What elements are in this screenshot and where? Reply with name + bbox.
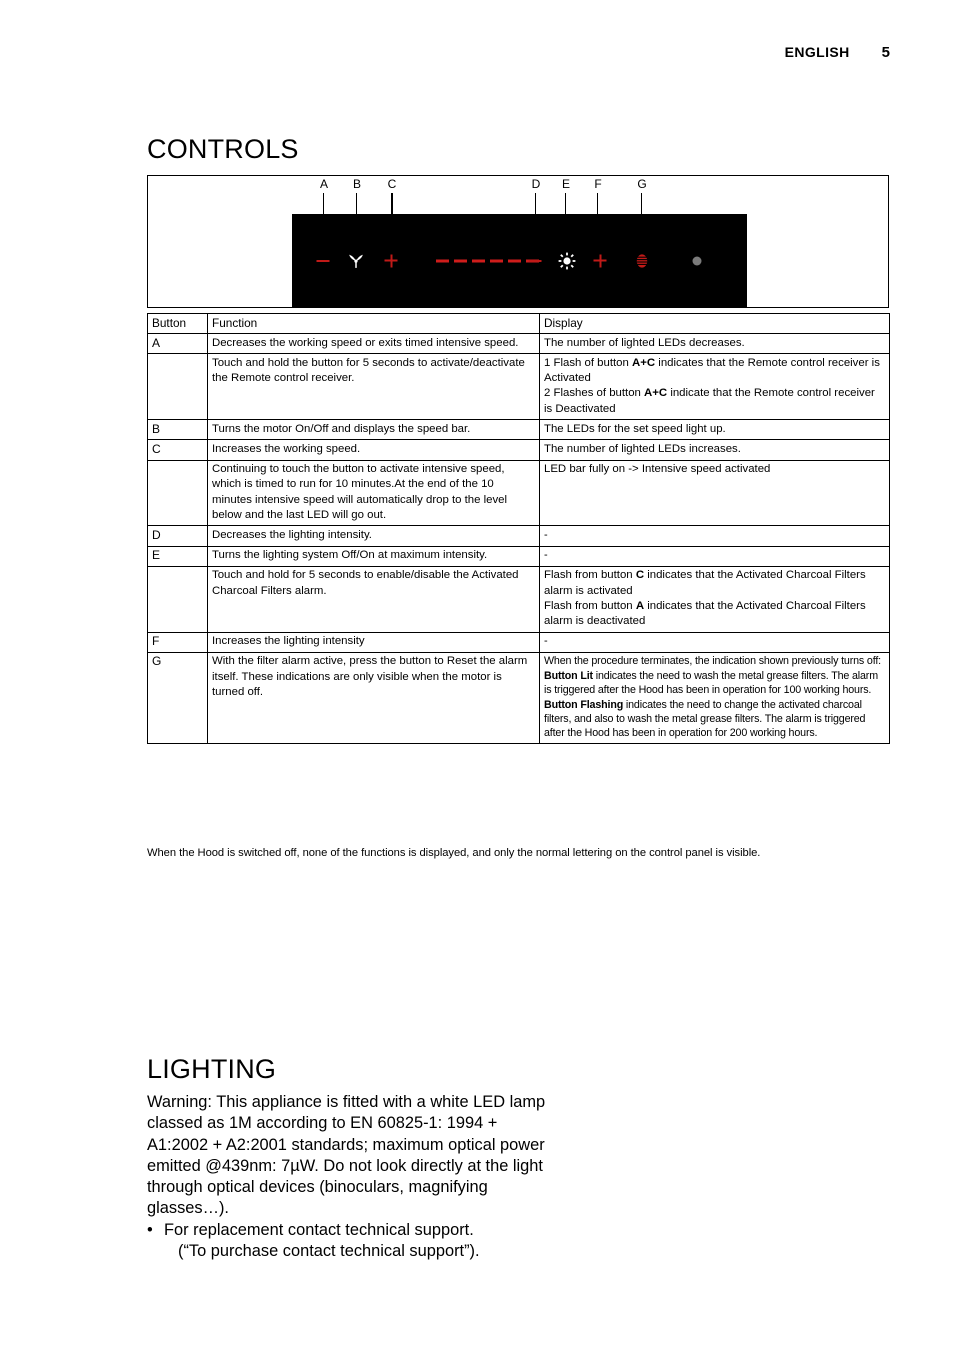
row-function-a: Decreases the working speed or exits tim… bbox=[207, 333, 540, 355]
table-row: Touch and hold the button for 5 seconds … bbox=[147, 353, 890, 421]
lighting-bullet-subtext: (“To purchase contact technical support”… bbox=[178, 1242, 480, 1261]
row-display-c: The number of lighted LEDs increases. bbox=[539, 439, 890, 461]
light-minus-icon[interactable] bbox=[528, 259, 542, 262]
row-function-a2: Touch and hold the button for 5 seconds … bbox=[207, 353, 540, 421]
table-row: C Increases the working speed. The numbe… bbox=[147, 439, 890, 461]
row-button-a2 bbox=[147, 353, 208, 421]
table-row: G With the filter alarm active, press th… bbox=[147, 651, 890, 745]
led-segment bbox=[436, 259, 449, 262]
row-button-e2 bbox=[147, 565, 208, 633]
table-header-row: Button Function Display bbox=[147, 312, 890, 335]
row-display-b: The LEDs for the set speed light up. bbox=[539, 419, 890, 441]
controls-table-note: When the Hood is switched off, none of t… bbox=[147, 847, 761, 859]
led-speed-bar bbox=[436, 259, 539, 262]
row-function-c: Increases the working speed. bbox=[207, 439, 540, 461]
display-bold-ref: A+C bbox=[644, 387, 668, 400]
lighting-bullet-wrapper: For replacement contact technical suppor… bbox=[164, 1220, 547, 1263]
control-panel-icon-strip bbox=[292, 214, 747, 307]
pointer-label-b: B bbox=[352, 177, 361, 191]
row-function-d: Decreases the lighting intensity. bbox=[207, 525, 540, 547]
display-bold-ref: A+C bbox=[632, 356, 656, 369]
lighting-bullet-text: For replacement contact technical suppor… bbox=[164, 1220, 474, 1239]
page-number: 5 bbox=[881, 44, 890, 61]
fan-icon-svg bbox=[349, 254, 363, 268]
indicator-dot-icon[interactable] bbox=[692, 256, 702, 265]
led-segment bbox=[454, 259, 467, 262]
controls-table: Button Function Display A Decreases the … bbox=[147, 312, 890, 745]
row-function-e: Turns the lighting system Off/On at maxi… bbox=[207, 545, 540, 567]
table-row: B Turns the motor On/Off and displays th… bbox=[147, 419, 890, 441]
filter-alarm-icon-svg bbox=[636, 253, 648, 268]
row-button-a: A bbox=[147, 333, 208, 355]
row-display-g: When the procedure terminates, the indic… bbox=[539, 651, 890, 745]
row-button-e: E bbox=[147, 545, 208, 567]
column-header-button: Button bbox=[147, 312, 208, 335]
row-display-a: The number of lighted LEDs decreases. bbox=[539, 333, 890, 355]
bullet-icon: • bbox=[147, 1220, 153, 1239]
row-button-c: C bbox=[147, 439, 208, 461]
row-display-a2: 1 Flash of button A+C indicates that the… bbox=[539, 353, 890, 421]
row-function-b: Turns the motor On/Off and displays the … bbox=[207, 419, 540, 441]
speed-minus-icon[interactable] bbox=[316, 259, 330, 262]
light-icon[interactable] bbox=[558, 252, 576, 270]
page-header: ENGLISH 5 bbox=[785, 44, 890, 61]
display-bold-ref: Button Flashing bbox=[544, 698, 624, 711]
row-function-c2: Continuing to touch the button to activa… bbox=[207, 459, 540, 527]
pointer-label-row: A B C D E F G bbox=[148, 177, 888, 224]
table-row: Touch and hold for 5 seconds to enable/d… bbox=[147, 565, 890, 633]
row-button-b: B bbox=[147, 419, 208, 441]
list-item: • For replacement contact technical supp… bbox=[147, 1220, 547, 1263]
display-text: 1 Flash of button bbox=[544, 356, 633, 369]
row-button-f: F bbox=[147, 631, 208, 653]
control-panel-face bbox=[292, 214, 747, 307]
table-row: E Turns the lighting system Off/On at ma… bbox=[147, 545, 890, 567]
row-display-c2: LED bar fully on -> Intensive speed acti… bbox=[539, 459, 890, 527]
pointer-label-a: A bbox=[319, 177, 328, 191]
row-display-e: - bbox=[539, 545, 890, 567]
column-header-function: Function bbox=[207, 312, 540, 335]
pointer-label-e: E bbox=[561, 177, 570, 191]
display-text: When the procedure terminates, the indic… bbox=[544, 655, 881, 668]
table-row: Continuing to touch the button to activa… bbox=[147, 459, 890, 527]
light-icon-svg bbox=[558, 252, 576, 269]
display-text: Flash from button bbox=[544, 569, 636, 582]
table-row: F Increases the lighting intensity - bbox=[147, 631, 890, 653]
pointer-label-f: F bbox=[594, 177, 602, 191]
row-function-f: Increases the lighting intensity bbox=[207, 631, 540, 653]
pointer-label-c: C bbox=[387, 177, 397, 191]
led-segment bbox=[490, 259, 503, 262]
table-row: A Decreases the working speed or exits t… bbox=[147, 333, 890, 355]
table-row: D Decreases the lighting intensity. - bbox=[147, 525, 890, 547]
row-button-g: G bbox=[147, 651, 208, 745]
lighting-section-title: LIGHTING bbox=[147, 1054, 277, 1084]
control-panel-diagram: A B C D E F G bbox=[147, 175, 889, 308]
pointer-label-d: D bbox=[531, 177, 541, 191]
led-segment bbox=[472, 259, 485, 262]
language-label: ENGLISH bbox=[784, 44, 850, 60]
display-bold-ref: A bbox=[635, 599, 645, 612]
filter-alarm-icon[interactable] bbox=[635, 252, 649, 270]
fan-icon[interactable] bbox=[348, 252, 364, 269]
lighting-section-body: Warning: This appliance is fitted with a… bbox=[147, 1092, 547, 1262]
light-plus-icon[interactable] bbox=[594, 254, 607, 267]
controls-section-title: CONTROLS bbox=[147, 134, 299, 164]
row-display-e2: Flash from button C indicates that the A… bbox=[539, 565, 890, 633]
display-bold-ref: Button Lit bbox=[544, 669, 593, 682]
display-text: 2 Flashes of button bbox=[544, 387, 645, 400]
display-text: indicates the need to wash the metal gre… bbox=[544, 669, 878, 697]
display-text: Flash from button bbox=[544, 599, 636, 612]
pointer-label-g: G bbox=[637, 177, 647, 191]
display-bold-ref: C bbox=[635, 569, 645, 582]
row-button-d: D bbox=[147, 525, 208, 547]
led-segment bbox=[508, 259, 521, 262]
row-button-c2 bbox=[147, 459, 208, 527]
speed-plus-icon[interactable] bbox=[385, 254, 398, 267]
lighting-warning-text: Warning: This appliance is fitted with a… bbox=[147, 1093, 546, 1218]
row-display-d: - bbox=[539, 525, 890, 547]
row-display-f: - bbox=[539, 631, 890, 653]
row-function-g: With the filter alarm active, press the … bbox=[207, 651, 540, 745]
row-function-e2: Touch and hold for 5 seconds to enable/d… bbox=[207, 565, 540, 633]
column-header-display: Display bbox=[539, 312, 890, 335]
